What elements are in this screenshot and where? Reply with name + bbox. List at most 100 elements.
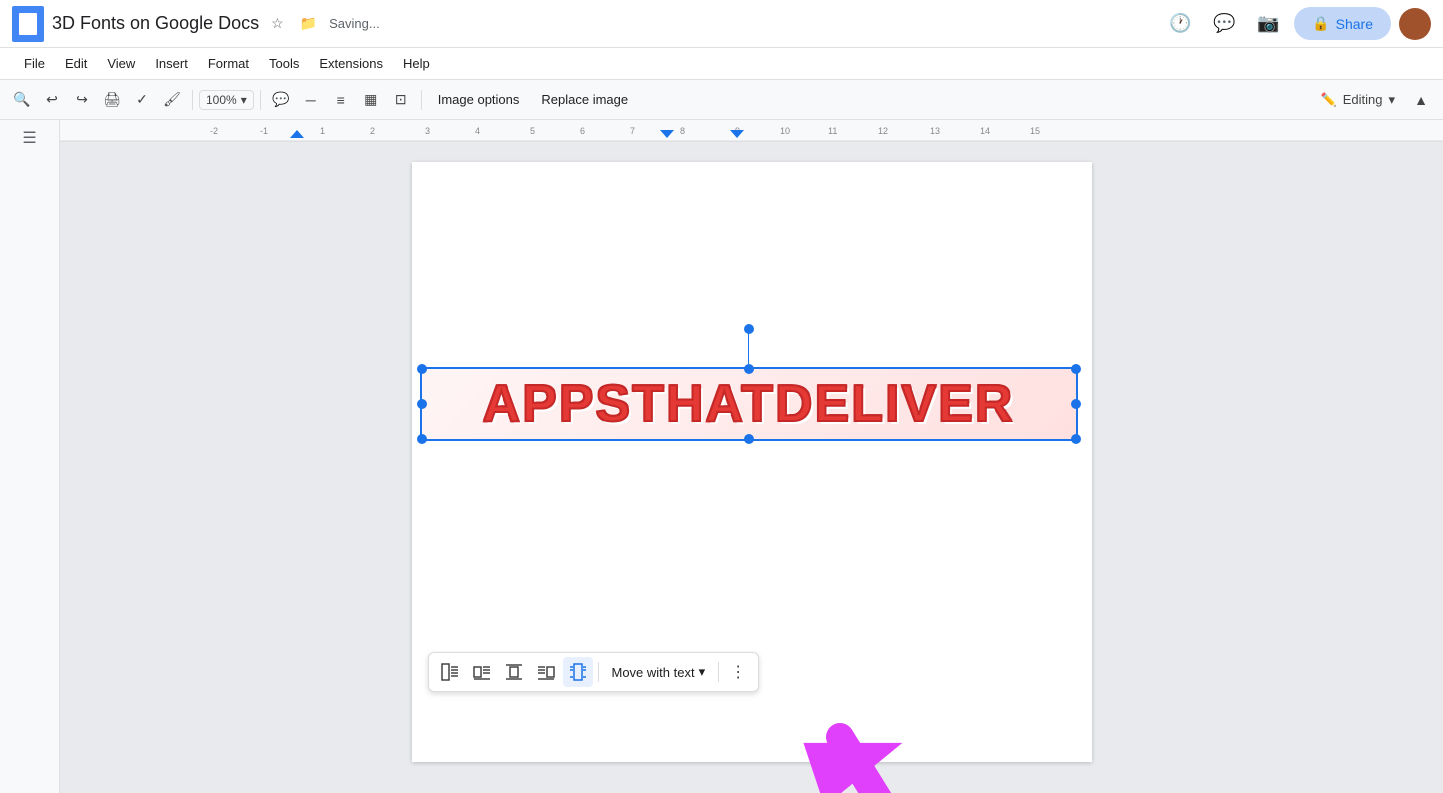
wrap-break-button[interactable] bbox=[563, 657, 593, 687]
float-toolbar-separator bbox=[598, 662, 599, 682]
wrap-inline-button[interactable] bbox=[435, 657, 465, 687]
svg-text:13: 13 bbox=[930, 126, 940, 136]
document-page: APPSTHATDELIVER bbox=[412, 162, 1092, 762]
lock-icon: 🔒 bbox=[1312, 15, 1329, 32]
svg-text:12: 12 bbox=[878, 126, 888, 136]
move-with-text-label: Move with text bbox=[612, 665, 695, 680]
redo-button[interactable]: ↪ bbox=[68, 86, 96, 114]
handle-bottom-left[interactable] bbox=[417, 434, 427, 444]
replace-image-button[interactable]: Replace image bbox=[531, 88, 638, 111]
zoom-value: 100% bbox=[206, 93, 237, 107]
spellcheck-button[interactable]: ✓ bbox=[128, 86, 156, 114]
menu-format[interactable]: Format bbox=[200, 52, 257, 75]
image-options-button[interactable]: Image options bbox=[428, 88, 530, 111]
svg-text:2: 2 bbox=[370, 126, 375, 136]
menu-help[interactable]: Help bbox=[395, 52, 438, 75]
saving-status: Saving... bbox=[329, 16, 380, 31]
svg-text:3: 3 bbox=[425, 126, 430, 136]
comment-button[interactable]: 💬 bbox=[267, 86, 295, 114]
menu-bar: File Edit View Insert Format Tools Exten… bbox=[0, 48, 1443, 80]
handle-top-left[interactable] bbox=[417, 364, 427, 374]
menu-file[interactable]: File bbox=[16, 52, 53, 75]
title-bar: 3D Fonts on Google Docs ☆ 📁 Saving... 🕐 … bbox=[0, 0, 1443, 48]
apps-text-image: APPSTHATDELIVER bbox=[483, 374, 1015, 434]
toolbar-separator-1 bbox=[192, 90, 193, 110]
undo-button[interactable]: ↩ bbox=[38, 86, 66, 114]
annotation-arrow bbox=[800, 677, 1000, 793]
border-color-button[interactable]: ─ bbox=[297, 86, 325, 114]
paint-format-button[interactable]: 🖌 bbox=[158, 86, 186, 114]
more-options-button[interactable]: ⋮ bbox=[724, 658, 752, 686]
toolbar: 🔍 ↩ ↪ 🖨 ✓ 🖌 100% ▾ 💬 ─ ≡ ▦ ⊡ Image optio… bbox=[0, 80, 1443, 120]
menu-extensions[interactable]: Extensions bbox=[311, 52, 391, 75]
svg-text:11: 11 bbox=[828, 126, 837, 136]
selected-image[interactable]: APPSTHATDELIVER bbox=[420, 367, 1078, 441]
doc-title[interactable]: 3D Fonts on Google Docs bbox=[52, 13, 259, 34]
wrap-left-button[interactable] bbox=[467, 657, 497, 687]
line-style-button[interactable]: ≡ bbox=[327, 86, 355, 114]
rotation-line bbox=[748, 329, 749, 364]
float-toolbar-separator-2 bbox=[718, 662, 719, 682]
toolbar-separator-2 bbox=[260, 90, 261, 110]
crop-button[interactable]: ⊡ bbox=[387, 86, 415, 114]
float-toolbar: Move with text ▾ ⋮ bbox=[428, 652, 760, 692]
image-align-button[interactable]: ▦ bbox=[357, 86, 385, 114]
history-button[interactable]: 🕐 bbox=[1162, 6, 1198, 42]
svg-text:10: 10 bbox=[780, 126, 790, 136]
outline-icon[interactable]: ☰ bbox=[22, 128, 36, 148]
wrap-none-button[interactable] bbox=[499, 657, 529, 687]
chat-button[interactable]: 💬 bbox=[1206, 6, 1242, 42]
image-wrapper[interactable]: APPSTHATDELIVER bbox=[420, 367, 1080, 441]
handle-top-right[interactable] bbox=[1071, 364, 1081, 374]
collapse-toolbar-button[interactable]: ▲ bbox=[1407, 86, 1435, 114]
svg-text:4: 4 bbox=[475, 126, 480, 136]
content-area: -2 -1 1 2 3 4 5 6 7 8 9 10 11 12 13 14 1… bbox=[60, 120, 1443, 793]
zoom-selector[interactable]: 100% ▾ bbox=[199, 90, 254, 110]
title-section: 3D Fonts on Google Docs ☆ 📁 Saving... bbox=[52, 13, 1154, 34]
move-with-text-button[interactable]: Move with text ▾ bbox=[604, 660, 714, 684]
ruler: -2 -1 1 2 3 4 5 6 7 8 9 10 11 12 13 14 1… bbox=[60, 120, 1443, 142]
pencil-icon: ✏️ bbox=[1321, 92, 1337, 108]
main-area: ☰ -2 -1 1 2 3 4 5 6 7 8 9 10 11 12 bbox=[0, 120, 1443, 793]
editing-mode-button[interactable]: ✏️ Editing ▾ bbox=[1311, 88, 1405, 112]
rotation-handle[interactable] bbox=[744, 324, 754, 334]
ruler-svg: -2 -1 1 2 3 4 5 6 7 8 9 10 11 12 13 14 1… bbox=[60, 120, 1443, 142]
menu-insert[interactable]: Insert bbox=[147, 52, 196, 75]
menu-edit[interactable]: Edit bbox=[57, 52, 95, 75]
svg-text:15: 15 bbox=[1030, 126, 1040, 136]
left-panel: ☰ bbox=[0, 120, 60, 793]
svg-text:8: 8 bbox=[680, 126, 685, 136]
svg-text:14: 14 bbox=[980, 126, 990, 136]
star-button[interactable]: ☆ bbox=[267, 13, 288, 34]
move-with-text-chevron: ▾ bbox=[699, 664, 706, 680]
handle-bottom-mid[interactable] bbox=[744, 434, 754, 444]
image-content: APPSTHATDELIVER bbox=[422, 369, 1076, 439]
handle-mid-left[interactable] bbox=[417, 399, 427, 409]
editing-chevron: ▾ bbox=[1388, 92, 1395, 108]
handle-bottom-right[interactable] bbox=[1071, 434, 1081, 444]
svg-text:1: 1 bbox=[320, 126, 325, 136]
doc-icon bbox=[12, 6, 44, 42]
wrap-right-button[interactable] bbox=[531, 657, 561, 687]
share-button[interactable]: 🔒 Share bbox=[1294, 7, 1391, 40]
search-button[interactable]: 🔍 bbox=[8, 86, 36, 114]
svg-text:6: 6 bbox=[580, 126, 585, 136]
meet-button[interactable]: 📷 bbox=[1250, 6, 1286, 42]
move-to-folder-button[interactable]: 📁 bbox=[296, 13, 321, 34]
toolbar-separator-3 bbox=[421, 90, 422, 110]
zoom-chevron: ▾ bbox=[241, 93, 247, 107]
menu-view[interactable]: View bbox=[99, 52, 143, 75]
share-label: Share bbox=[1336, 16, 1373, 32]
menu-tools[interactable]: Tools bbox=[261, 52, 307, 75]
print-button[interactable]: 🖨 bbox=[98, 86, 126, 114]
svg-text:-2: -2 bbox=[210, 126, 218, 136]
avatar[interactable] bbox=[1399, 8, 1431, 40]
svg-text:5: 5 bbox=[530, 126, 535, 136]
handle-mid-right[interactable] bbox=[1071, 399, 1081, 409]
page-container: APPSTHATDELIVER bbox=[60, 142, 1443, 782]
editing-label: Editing bbox=[1343, 92, 1383, 107]
svg-text:7: 7 bbox=[630, 126, 635, 136]
svg-text:-1: -1 bbox=[260, 126, 268, 136]
handle-top-mid[interactable] bbox=[744, 364, 754, 374]
top-right-controls: 🕐 💬 📷 🔒 Share bbox=[1162, 6, 1431, 42]
